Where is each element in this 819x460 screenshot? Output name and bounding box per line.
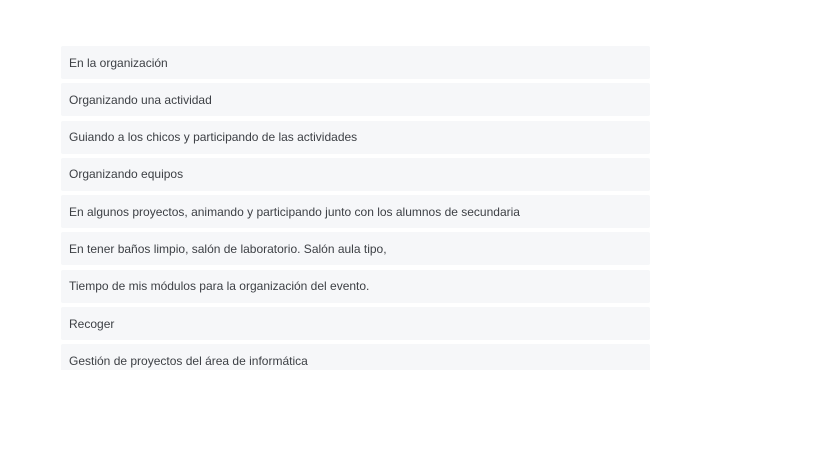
list-item: En algunos proyectos, animando y partici… [61, 195, 650, 229]
response-list: En la organización Organizando una activ… [61, 46, 650, 370]
list-item: En tener baños limpio, salón de laborato… [61, 232, 650, 266]
list-item: Tiempo de mis módulos para la organizaci… [61, 269, 650, 303]
list-item: Gestión de proyectos del área de informá… [61, 344, 650, 370]
list-item: Organizando equipos [61, 157, 650, 191]
list-item: En la organización [61, 46, 650, 79]
list-item: Organizando una actividad [61, 83, 650, 117]
list-item: Guiando a los chicos y participando de l… [61, 120, 650, 154]
list-item: Recoger [61, 307, 650, 341]
